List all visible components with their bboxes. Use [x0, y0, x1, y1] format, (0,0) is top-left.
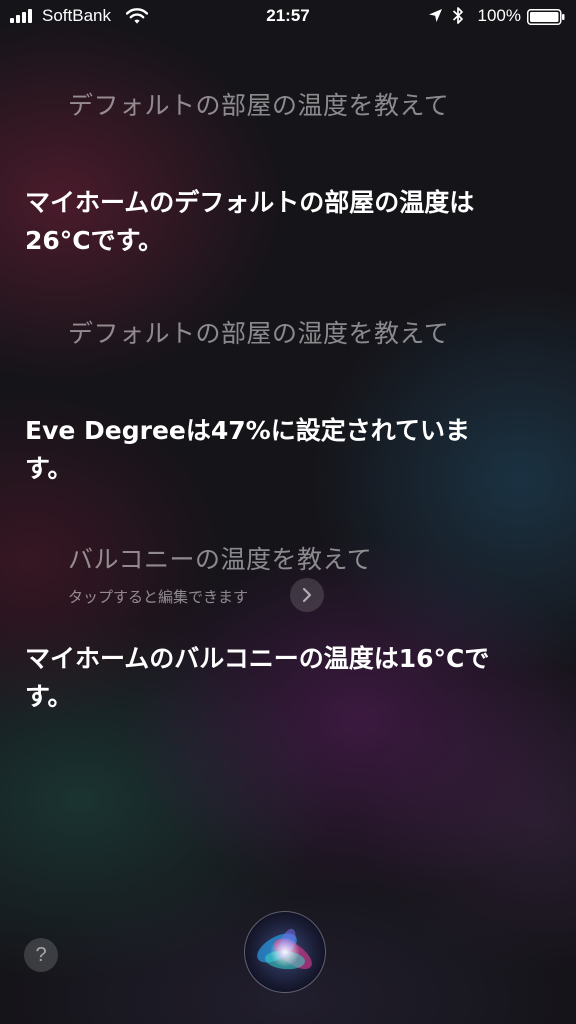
siri-query-2: デフォルトの部屋の湿度を教えて	[68, 319, 450, 348]
battery-icon	[527, 9, 565, 25]
edit-query-button[interactable]	[290, 578, 324, 612]
location-arrow-icon	[429, 9, 442, 22]
battery-percentage: 100%	[477, 6, 521, 25]
siri-query-3-editable[interactable]: バルコニーの温度を教えて	[68, 540, 372, 576]
bluetooth-icon	[452, 7, 463, 24]
siri-query-1: デフォルトの部屋の温度を教えて	[68, 91, 450, 120]
tap-to-edit-hint: タップすると編集できます	[68, 588, 249, 606]
help-button[interactable]: ?	[24, 938, 58, 972]
status-bar: SoftBank 21:57 100%	[0, 0, 576, 32]
siri-response-1: マイホームのデフォルトの部屋の温度は26°Cです。	[25, 188, 475, 255]
question-mark-icon: ?	[35, 944, 47, 966]
siri-orb-icon[interactable]	[243, 910, 327, 994]
siri-response-2: Eve Degreeは47%に設定されています。	[25, 416, 470, 483]
chevron-right-icon	[302, 587, 312, 603]
siri-response-3: マイホームのバルコニーの温度は16°Cです。	[25, 644, 490, 711]
